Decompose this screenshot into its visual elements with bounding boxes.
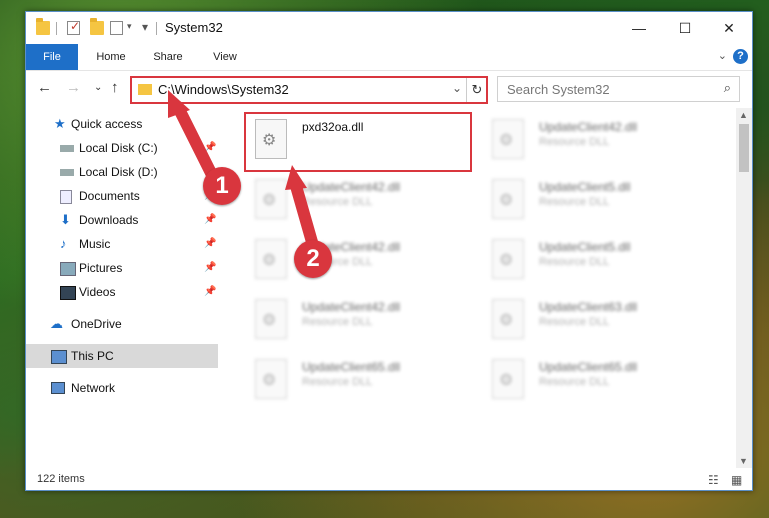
- step-1-callout: 1: [203, 167, 241, 205]
- step-2-callout: 2: [294, 240, 332, 278]
- arrow-2: [290, 180, 318, 248]
- arrow-1: [172, 101, 218, 181]
- annotation-arrows: [168, 90, 318, 248]
- arrowhead-2: [285, 165, 307, 190]
